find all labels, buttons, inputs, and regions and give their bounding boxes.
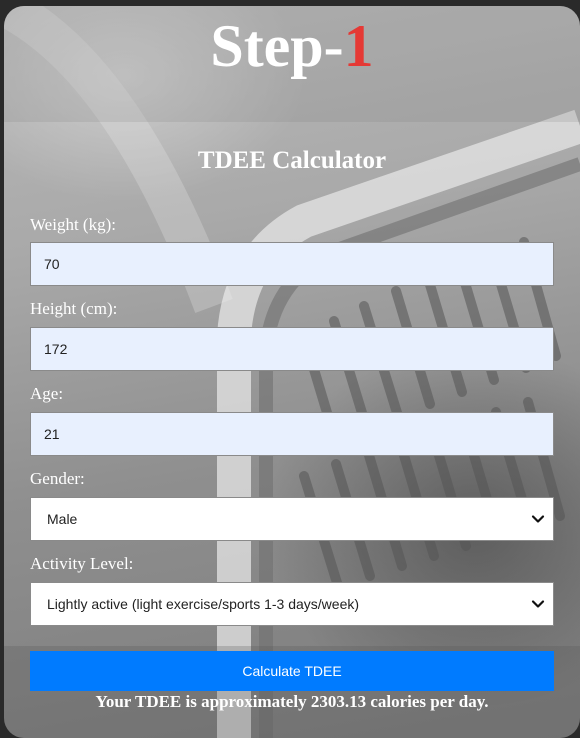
calculator-heading: TDEE Calculator: [197, 147, 387, 174]
tdee-result-text: Your TDEE is approximately 2303.13 calor…: [95, 692, 489, 711]
height-input[interactable]: [30, 327, 554, 371]
chevron-down-icon: [531, 600, 545, 608]
weight-label: Weight (kg):: [30, 215, 116, 234]
age-input[interactable]: [30, 412, 554, 456]
gender-label: Gender:: [30, 469, 85, 488]
gender-select[interactable]: Male: [30, 497, 554, 541]
chevron-down-icon: [531, 515, 545, 523]
activity-level-selected-value: Lightly active (light exercise/sports 1-…: [47, 596, 360, 612]
step-title: Step-1: [4, 10, 580, 82]
gender-selected-value: Male: [47, 511, 78, 527]
activity-level-label: Activity Level:: [30, 554, 134, 573]
calculator-card: Step-1 TDEE Calculator Weight (kg): Heig…: [4, 6, 580, 738]
age-label: Age:: [30, 384, 64, 403]
weight-input[interactable]: [30, 242, 554, 286]
step-title-number: 1: [343, 13, 374, 79]
step-title-word: Step-: [210, 13, 344, 79]
activity-level-select[interactable]: Lightly active (light exercise/sports 1-…: [30, 582, 554, 626]
calculate-tdee-button[interactable]: Calculate TDEE: [30, 651, 554, 691]
height-label: Height (cm):: [30, 299, 118, 318]
